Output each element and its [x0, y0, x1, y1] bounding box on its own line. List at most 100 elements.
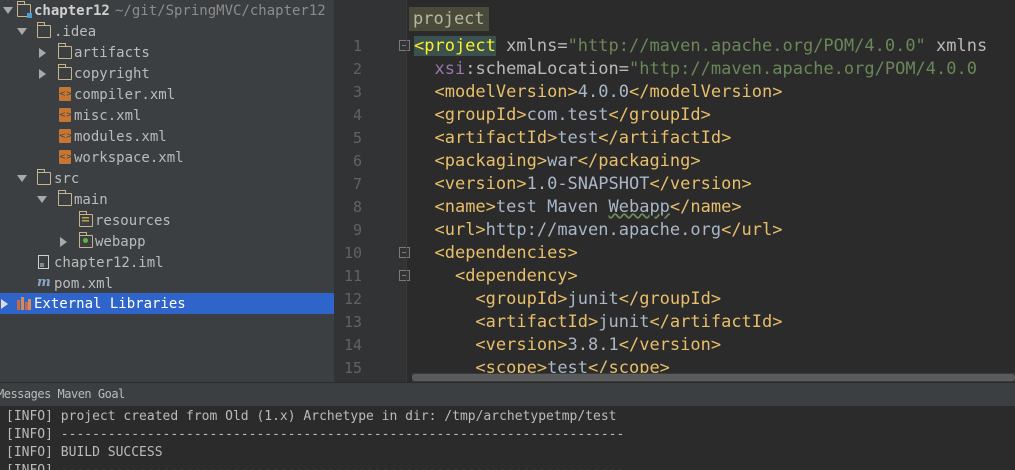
chevron-down-icon[interactable] — [17, 28, 27, 35]
fold-marker-icon[interactable] — [399, 247, 410, 258]
code-line[interactable]: <dependency> — [414, 265, 578, 288]
line-number: 10 — [343, 244, 362, 262]
code-token: </artifactId> — [649, 312, 783, 332]
code-line[interactable]: <version>3.8.1</version> — [414, 334, 721, 357]
code-token: <name> — [434, 197, 496, 217]
chevron-down-icon[interactable] — [3, 7, 13, 14]
tree-item-pom-xml[interactable]: m pom.xml — [0, 273, 334, 294]
chevron-down-icon[interactable] — [17, 175, 27, 182]
code-token: xsi — [434, 59, 466, 79]
tree-item-artifacts[interactable]: artifacts — [0, 42, 334, 63]
code-line[interactable]: <groupId>junit</groupId> — [414, 288, 721, 311]
code-line[interactable]: <name>test Maven Webapp</name> — [414, 196, 741, 219]
scrollbar-thumb[interactable] — [412, 374, 1015, 381]
tree-item-src[interactable]: src — [0, 168, 334, 189]
maven-icon: m — [37, 275, 51, 290]
tree-item-resources[interactable]: resources — [0, 210, 334, 231]
chevron-right-icon[interactable] — [60, 237, 67, 247]
code-token: http://maven.apache.org — [485, 220, 722, 240]
tree-item-idea[interactable]: .idea — [0, 21, 334, 42]
tree-item-label: compiler.xml — [74, 86, 176, 103]
code-token: <artifactId> — [434, 128, 558, 148]
code-token: com.test — [526, 105, 609, 125]
module-folder-icon — [16, 1, 32, 18]
code-line[interactable]: <dependencies> — [414, 242, 577, 265]
code-line[interactable]: <groupId>com.test</groupId> — [414, 104, 710, 127]
chevron-right-icon[interactable] — [39, 69, 46, 79]
tree-item-label: .idea — [54, 23, 97, 40]
fold-marker-icon[interactable] — [399, 40, 410, 51]
code-token: 3.8.1 — [567, 335, 619, 355]
line-number: 14 — [343, 336, 362, 354]
tree-item-chapter12-iml[interactable]: chapter12.iml — [0, 252, 334, 273]
code-line[interactable]: <artifactId>test</artifactId> — [414, 127, 731, 150]
root-module-name: chapter12 — [34, 2, 110, 19]
breadcrumb-tag[interactable]: project — [409, 7, 489, 31]
code-line[interactable]: <artifactId>junit</artifactId> — [414, 311, 783, 334]
log-line: [INFO] project created from Old (1.x) Ar… — [6, 409, 617, 424]
tree-item-misc-xml[interactable]: misc.xml — [0, 105, 334, 126]
tool-window-header[interactable]: Messages Maven Goal — [0, 382, 1015, 406]
code-line[interactable]: xsi:schemaLocation="http://maven.apache.… — [414, 58, 977, 81]
folder-icon — [57, 64, 72, 80]
tree-item-label: webapp — [95, 233, 146, 250]
xml-file-icon — [59, 150, 71, 164]
tree-item-external-libraries[interactable]: External Libraries — [0, 293, 334, 314]
tree-item-label: misc.xml — [74, 107, 142, 124]
line-number: 13 — [343, 313, 362, 331]
xml-file-icon — [59, 108, 71, 122]
maven-console-output[interactable]: [INFO] project created from Old (1.x) Ar… — [0, 406, 1015, 470]
tree-item-main[interactable]: main — [0, 189, 334, 210]
code-token: 4.0.0 — [577, 82, 629, 102]
library-icon — [17, 297, 31, 310]
line-number: 8 — [352, 198, 362, 216]
code-token: </version> — [618, 335, 722, 355]
tree-item-copyright[interactable]: copyright — [0, 63, 334, 84]
code-token: </url> — [721, 220, 783, 240]
code-token: <groupId> — [434, 105, 527, 125]
chevron-right-icon[interactable] — [1, 299, 8, 309]
tree-item-label: copyright — [74, 65, 150, 82]
chevron-down-icon[interactable] — [37, 196, 47, 203]
horizontal-scrollbar[interactable] — [412, 373, 1015, 382]
folder-icon — [36, 169, 51, 185]
line-number-gutter[interactable]: 1 2 3 4 5 6 7 8 9 10 11 12 13 14 15 — [334, 0, 410, 382]
code-line[interactable]: <version>1.0-SNAPSHOT</version> — [414, 173, 752, 196]
code-token: xmlns — [495, 36, 558, 56]
code-token: junit — [598, 312, 650, 332]
tree-item-workspace-xml[interactable]: workspace.xml — [0, 147, 334, 168]
fold-marker-icon[interactable] — [399, 270, 410, 281]
code-token: test — [557, 128, 599, 148]
project-tree-panel: chapter12 ~/git/SpringMVC/chapter12 .ide… — [0, 0, 334, 382]
tree-item-label: resources — [95, 212, 171, 229]
line-number: 5 — [352, 129, 362, 147]
tree-item-webapp[interactable]: webapp — [0, 231, 334, 252]
code-token: <dependency> — [454, 266, 578, 286]
resources-folder-icon — [78, 211, 93, 227]
tree-item-modules-xml[interactable]: modules.xml — [0, 126, 334, 147]
code-editor[interactable]: 1 2 3 4 5 6 7 8 9 10 11 12 13 14 15 <project xmlns="ht… — [334, 0, 1015, 382]
tree-item-compiler-xml[interactable]: compiler.xml — [0, 84, 334, 105]
tree-root-row[interactable]: chapter12 ~/git/SpringMVC/chapter12 — [0, 0, 334, 21]
code-token: <version> — [434, 174, 527, 194]
code-token: </version> — [649, 174, 752, 194]
code-token: <packaging> — [434, 151, 548, 171]
code-line[interactable]: <modelVersion>4.0.0</modelVersion> — [414, 81, 782, 104]
code-token: </artifactId> — [598, 128, 732, 148]
chevron-right-icon[interactable] — [39, 48, 46, 58]
code-line[interactable]: <packaging>war</packaging> — [414, 150, 700, 173]
line-number: 6 — [352, 152, 362, 170]
folder-icon — [57, 43, 72, 59]
log-line: [INFO] ---------------------------------… — [6, 427, 625, 442]
code-line[interactable]: <project xmlns="http://maven.apache.org/… — [414, 35, 987, 58]
code-token: test Maven — [495, 197, 609, 217]
code-token: 1.0-SNAPSHOT — [526, 174, 650, 194]
code-token: <version> — [475, 335, 568, 355]
code-token: Webapp — [608, 197, 670, 217]
code-line[interactable]: <url>http://maven.apache.org</url> — [414, 219, 783, 242]
